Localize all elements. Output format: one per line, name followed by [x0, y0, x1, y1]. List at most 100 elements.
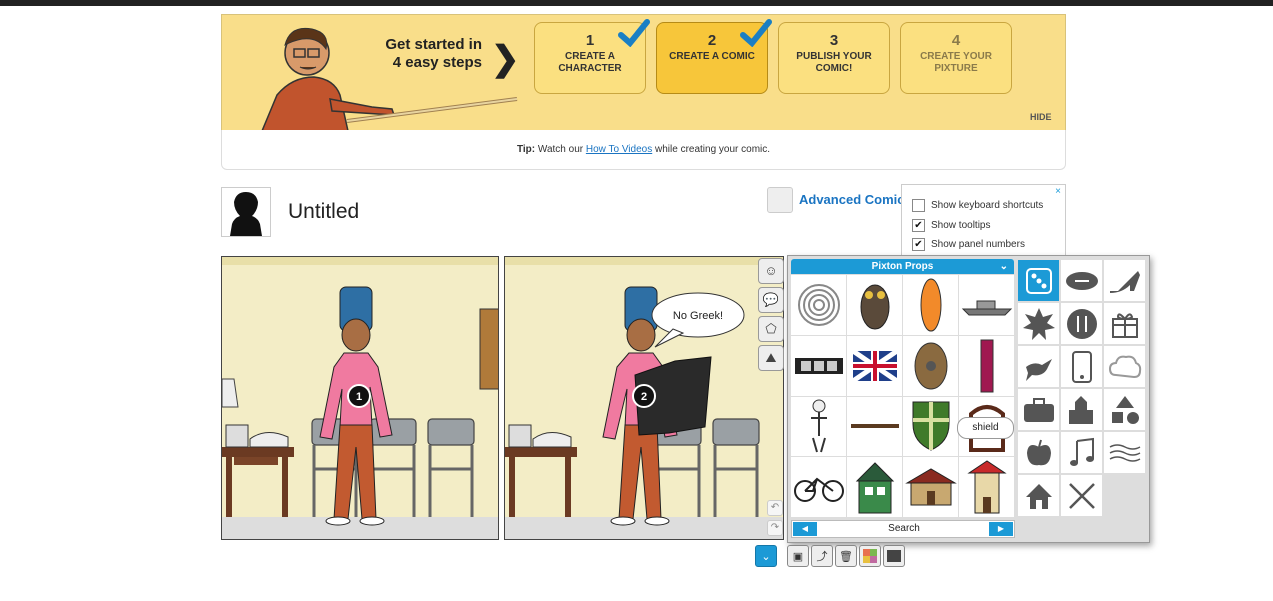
- step-2-button[interactable]: 2 CREATE A COMIC: [656, 19, 772, 94]
- speech-bubble-text[interactable]: No Greek!: [673, 310, 723, 322]
- city-icon[interactable]: [1060, 388, 1103, 431]
- apple-icon[interactable]: [1017, 431, 1060, 474]
- chevron-down-icon[interactable]: ⌄: [755, 545, 777, 567]
- option-label: Show panel numbers: [931, 239, 1025, 250]
- checkbox[interactable]: ✔: [912, 219, 925, 232]
- panel-scene: 2 No Greek!: [505, 257, 783, 539]
- search-button[interactable]: Search: [822, 523, 986, 534]
- comic-panel-2[interactable]: 2 No Greek!: [504, 256, 784, 540]
- redo-icon[interactable]: ↷: [767, 520, 783, 536]
- step-4-button[interactable]: 4 CREATE YOUR PIXTURE: [900, 22, 1012, 94]
- smiley-icon[interactable]: ☺: [758, 258, 784, 284]
- tip-prefix: Tip:: [516, 144, 536, 155]
- step-label: PUBLISH YOUR COMIC!: [796, 51, 872, 74]
- option-label: Show keyboard shortcuts: [931, 200, 1044, 211]
- music-note-icon[interactable]: [1060, 431, 1103, 474]
- cloud-icon[interactable]: [1103, 345, 1146, 388]
- panel-toolbar: ⌄ ▣ ⤴ 🗑: [755, 545, 905, 569]
- chevron-right-icon: ❯: [491, 40, 520, 78]
- panel-number: 2: [641, 391, 647, 403]
- prop-film-strip[interactable]: [791, 335, 847, 397]
- props-popup: Pixton Props ⌄ ◀ Search ▶: [787, 255, 1150, 543]
- explosion-icon[interactable]: [1017, 302, 1060, 345]
- football-icon[interactable]: [1060, 259, 1103, 302]
- option-panel-numbers[interactable]: ✔ Show panel numbers: [912, 238, 1025, 251]
- advanced-comic-link[interactable]: Advanced Comic: [799, 192, 904, 207]
- phone-icon[interactable]: [1060, 345, 1103, 388]
- tip-bar: Tip: Watch our How To Videos while creat…: [221, 130, 1066, 170]
- get-started-text: Get started in 4 easy steps: [385, 36, 482, 71]
- next-page-button[interactable]: ▶: [989, 522, 1013, 536]
- silhouette-icon: [222, 188, 270, 236]
- speech-bubble-icon[interactable]: 💬: [758, 287, 784, 313]
- prop-spiral[interactable]: [791, 275, 847, 336]
- prop-surfboard[interactable]: [903, 275, 959, 336]
- prop-round-shield[interactable]: [903, 335, 959, 397]
- undo-icon[interactable]: ↶: [767, 500, 783, 516]
- props-header[interactable]: Pixton Props ⌄: [791, 259, 1014, 274]
- option-tooltips[interactable]: ✔ Show tooltips: [912, 219, 990, 232]
- prop-green-house[interactable]: [847, 457, 903, 518]
- option-label: Show tooltips: [931, 220, 991, 231]
- prop-owl[interactable]: [847, 275, 903, 336]
- how-to-videos-link[interactable]: How To Videos: [586, 144, 652, 155]
- options-panel: × Show keyboard shortcuts ✔ Show tooltip…: [901, 184, 1066, 256]
- prop-tooltip: shield: [957, 417, 1014, 439]
- layer-icon[interactable]: [883, 545, 905, 567]
- high-heel-icon[interactable]: [1103, 259, 1146, 302]
- prop-knight-shield[interactable]: [903, 396, 959, 458]
- checkbox[interactable]: ✔: [912, 238, 925, 251]
- comic-panel-1[interactable]: 1: [221, 256, 499, 540]
- prop-pagoda-house[interactable]: [959, 457, 1015, 518]
- swords-icon[interactable]: [1060, 474, 1103, 517]
- close-icon[interactable]: ×: [1055, 186, 1061, 197]
- step-label: CREATE A CHARACTER: [558, 51, 622, 74]
- panel-scene: 1: [222, 257, 498, 539]
- check-icon: [618, 19, 650, 47]
- tip-text-after: while creating your comic.: [655, 144, 771, 155]
- gift-icon[interactable]: [1103, 302, 1146, 345]
- panel-number: 1: [356, 391, 362, 403]
- prop-pillar[interactable]: [959, 335, 1015, 397]
- props-grid: [791, 275, 1015, 518]
- tip-text-before: Watch our: [537, 144, 584, 155]
- briefcase-icon[interactable]: [1017, 388, 1060, 431]
- top-bar: [0, 0, 1273, 6]
- advanced-toggle[interactable]: [767, 187, 793, 213]
- checkbox[interactable]: [912, 199, 925, 212]
- dice-icon[interactable]: [1017, 259, 1060, 302]
- props-category-title: Pixton Props: [871, 261, 934, 272]
- props-category-grid: [1017, 259, 1148, 517]
- chevron-down-icon[interactable]: ⌄: [1000, 259, 1008, 274]
- prop-red-house[interactable]: [903, 457, 959, 518]
- prop-bicycle[interactable]: [791, 457, 847, 518]
- hide-banner-link[interactable]: HIDE: [1030, 112, 1052, 122]
- cutlery-icon[interactable]: [1060, 302, 1103, 345]
- props-search-bar: ◀ Search ▶: [791, 520, 1015, 538]
- teacher-illustration: [261, 27, 518, 130]
- option-keyboard-shortcuts[interactable]: Show keyboard shortcuts: [912, 199, 1043, 212]
- prop-stick[interactable]: [847, 396, 903, 458]
- shapes-icon[interactable]: [1103, 388, 1146, 431]
- prop-skeleton[interactable]: [791, 396, 847, 458]
- rotate-icon[interactable]: ⤴: [811, 545, 833, 567]
- water-icon[interactable]: [1103, 431, 1146, 474]
- step-label: CREATE YOUR PIXTURE: [920, 51, 992, 74]
- trash-icon[interactable]: 🗑: [835, 545, 857, 567]
- pentagon-icon[interactable]: ⬠: [758, 316, 784, 342]
- color-palette-icon[interactable]: [859, 545, 881, 567]
- check-icon: [740, 19, 772, 47]
- step-3-button[interactable]: 3 PUBLISH YOUR COMIC!: [778, 22, 890, 94]
- prop-uk-flag[interactable]: [847, 335, 903, 397]
- comic-title[interactable]: Untitled: [288, 200, 359, 224]
- prev-page-button[interactable]: ◀: [793, 522, 817, 536]
- step-number: 3: [829, 32, 839, 49]
- bird-icon[interactable]: [1017, 345, 1060, 388]
- step-number: 4: [951, 32, 961, 49]
- landscape-icon[interactable]: ⛰: [758, 345, 784, 371]
- house-icon[interactable]: [1017, 474, 1060, 517]
- save-icon[interactable]: ▣: [787, 545, 809, 567]
- prop-battleship[interactable]: [959, 275, 1015, 336]
- step-1-button[interactable]: 1 CREATE A CHARACTER: [534, 19, 650, 94]
- avatar[interactable]: [221, 187, 271, 237]
